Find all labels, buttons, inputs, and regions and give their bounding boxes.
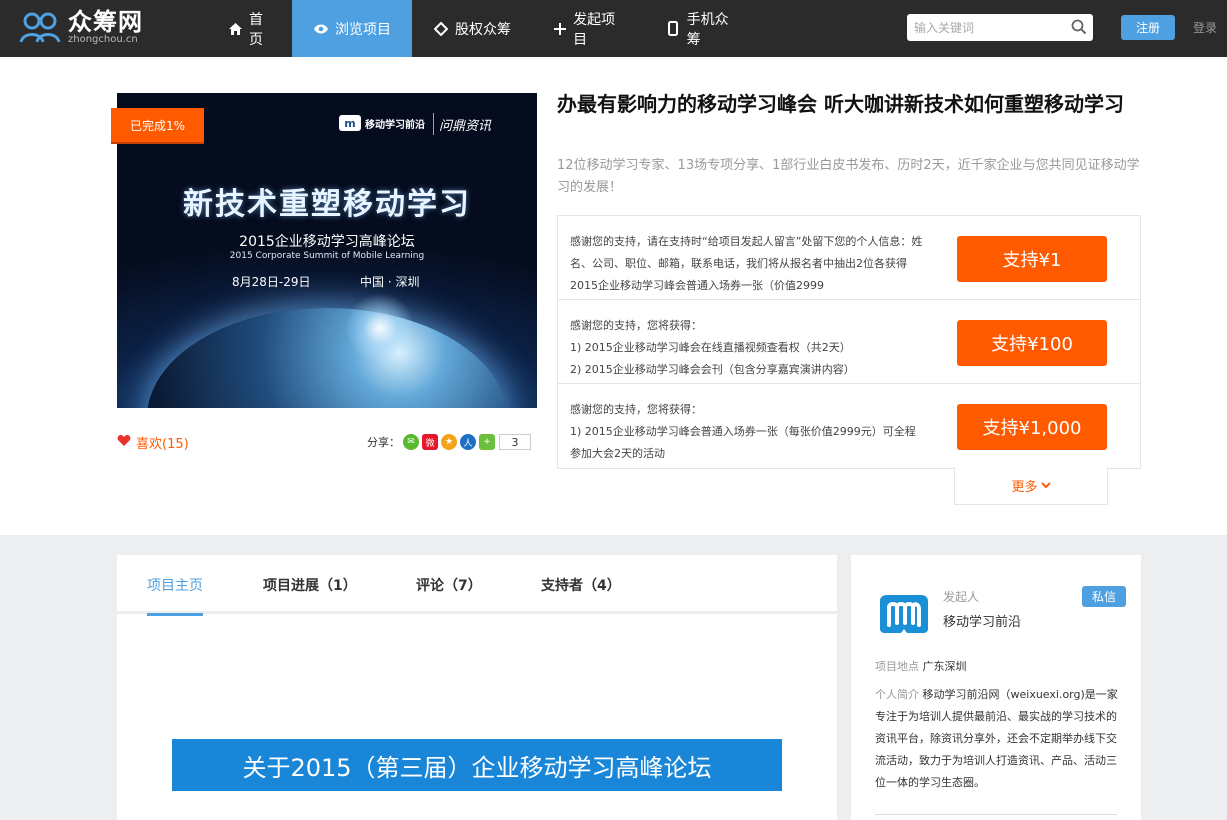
nav-browse-projects[interactable]: 浏览项目 (292, 0, 412, 57)
nav-home-label: 首页 (249, 11, 263, 48)
eye-icon (313, 21, 329, 37)
more-label: 更多 (1011, 480, 1038, 495)
logo-domain: zhongchou.cn (68, 34, 138, 45)
poster-brand1-text: 移动学习前沿 (365, 119, 425, 131)
poster-light-flare (345, 293, 415, 363)
mlearning-avatar-icon (880, 595, 928, 633)
poster-planet (147, 308, 507, 408)
sponsor-divider (875, 814, 1117, 815)
tab-project-progress[interactable]: 项目进展（1） (263, 555, 357, 614)
nav-mobile-crowdfunding[interactable]: 手机众筹 (646, 0, 758, 57)
phone-icon (666, 21, 681, 37)
tab-comments[interactable]: 评论（7） (416, 555, 482, 614)
site-logo[interactable]: 众筹网 zhongchou.cn (18, 8, 143, 48)
location-key: 项目地点 (875, 660, 919, 673)
project-tabs: 项目主页 项目进展（1） 评论（7） 支持者（4） (117, 555, 837, 616)
poster-date: 8月28日-29日 (232, 275, 311, 289)
sponsor-intro: 个人简介 移动学习前沿网（weixuexi.org)是一家专注于为培训人提供最前… (875, 684, 1121, 794)
weibo-share-icon[interactable]: 微 (422, 434, 438, 450)
sponsor-name[interactable]: 移动学习前沿 (943, 611, 1021, 630)
more-share-icon[interactable]: + (479, 434, 495, 450)
intro-value: 移动学习前沿网（weixuexi.org)是一家专注于为培训人提供最前沿、最实战… (875, 688, 1118, 789)
poster-subtitle-cn: 2015企业移动学习高峰论坛 (239, 234, 415, 250)
mlearning-logo-icon: m (339, 115, 361, 131)
search-input[interactable] (907, 14, 1057, 41)
nav-browse-label: 浏览项目 (335, 21, 391, 38)
project-location: 项目地点 广东深圳 (875, 658, 967, 674)
wechat-share-icon[interactable]: ✉ (403, 434, 419, 450)
sponsor-card: 发起人 移动学习前沿 私信 项目地点 广东深圳 个人简介 移动学习前沿网（wei… (851, 555, 1141, 820)
nav-home[interactable]: 首页 (208, 0, 292, 57)
nav-equity-label: 股权众筹 (455, 21, 511, 38)
project-description: 12位移动学习专家、13场专项分享、1部行业白皮书发布、历时2天，近千家企业与您… (557, 158, 1140, 195)
tab-supporters[interactable]: 支持者（4） (541, 555, 621, 614)
share-count: 3 (499, 434, 531, 450)
reward-list: 感谢您的支持，请在支持时“给项目发起人留言”处留下您的个人信息：姓名、公司、职位… (557, 215, 1141, 469)
project-title: 办最有影响力的移动学习峰会 听大咖讲新技术如何重塑移动学习 (557, 92, 1124, 116)
sponsor-avatar[interactable] (877, 593, 931, 635)
like-button[interactable]: 喜欢(15) (117, 433, 189, 452)
poster-brand-wending: 问鼎资讯 (439, 119, 492, 134)
search-icon[interactable] (1071, 19, 1087, 39)
progress-badge: 已完成1% (111, 108, 204, 142)
share-bar: 分享： ✉ 微 ★ 人 + 3 (367, 434, 531, 450)
login-link[interactable]: 登录 (1193, 19, 1217, 36)
support-1000-button[interactable]: 支持¥1,000 (957, 404, 1107, 450)
reward-description: 感谢您的支持，您将获得： 1) 2015企业移动学习峰会普通入场券一张（每张价值… (570, 403, 916, 460)
support-100-button[interactable]: 支持¥100 (957, 320, 1107, 366)
nav-equity-crowdfunding[interactable]: 股权众筹 (412, 0, 532, 57)
reward-item: 感谢您的支持，您将获得： 1) 2015企业移动学习峰会在线直播视频查看权（共2… (558, 300, 1140, 384)
like-count-label: 喜欢(15) (136, 437, 189, 452)
sponsor-label: 发起人 (943, 590, 980, 604)
support-1-button[interactable]: 支持¥1 (957, 236, 1107, 282)
tab-project-home[interactable]: 项目主页 (147, 555, 203, 614)
poster-subtitle-en: 2015 Corporate Summit of Mobile Learning (229, 251, 425, 261)
nav-mobile-label: 手机众筹 (686, 11, 729, 48)
reward-description: 感谢您的支持，您将获得： 1) 2015企业移动学习峰会在线直播视频查看权（共2… (570, 319, 855, 376)
poster-brand-divider (433, 113, 434, 135)
top-nav-bar: 众筹网 zhongchou.cn 首页 浏览项目 股权众筹 发起项目 手机众筹 … (0, 0, 1227, 57)
chevron-down-icon (1040, 482, 1051, 489)
active-tab-indicator (147, 613, 203, 616)
main-nav: 首页 浏览项目 股权众筹 发起项目 手机众筹 (208, 0, 758, 57)
about-banner: 关于2015（第三届）企业移动学习高峰论坛 (172, 739, 782, 791)
plus-icon (552, 21, 567, 37)
poster-brand-mlearning: m 移动学习前沿 (339, 115, 425, 131)
reward-item: 感谢您的支持，请在支持时“给项目发起人留言”处留下您的个人信息：姓名、公司、职位… (558, 216, 1140, 300)
logo-people-icon (19, 12, 61, 43)
project-content-card: 项目主页 项目进展（1） 评论（7） 支持者（4） 关于2015（第三届）企业移… (117, 555, 837, 820)
private-message-button[interactable]: 私信 (1082, 586, 1126, 607)
diamond-icon (433, 21, 449, 37)
share-label: 分享： (367, 436, 400, 449)
heart-icon (117, 434, 131, 451)
register-button[interactable]: 注册 (1121, 15, 1175, 40)
reward-item: 感谢您的支持，您将获得： 1) 2015企业移动学习峰会普通入场券一张（每张价值… (558, 384, 1140, 468)
qzone-share-icon[interactable]: ★ (441, 434, 457, 450)
nav-launch-project[interactable]: 发起项目 (532, 0, 646, 57)
location-value: 广东深圳 (922, 660, 967, 673)
poster-title: 新技术重塑移动学习 (183, 187, 471, 222)
renren-share-icon[interactable]: 人 (460, 434, 476, 450)
poster-city: 中国 · 深圳 (360, 275, 420, 289)
intro-key: 个人简介 (875, 688, 919, 701)
search-box (907, 14, 1093, 41)
home-icon (228, 21, 243, 37)
project-hero: m 移动学习前沿 问鼎资讯 新技术重塑移动学习 2015企业移动学习高峰论坛 2… (0, 57, 1227, 535)
more-rewards-button[interactable]: 更多 (954, 467, 1108, 505)
reward-description: 感谢您的支持，请在支持时“给项目发起人留言”处留下您的个人信息：姓名、公司、职位… (570, 235, 923, 292)
nav-launch-label: 发起项目 (573, 11, 616, 48)
logo-title: 众筹网 (68, 8, 143, 36)
